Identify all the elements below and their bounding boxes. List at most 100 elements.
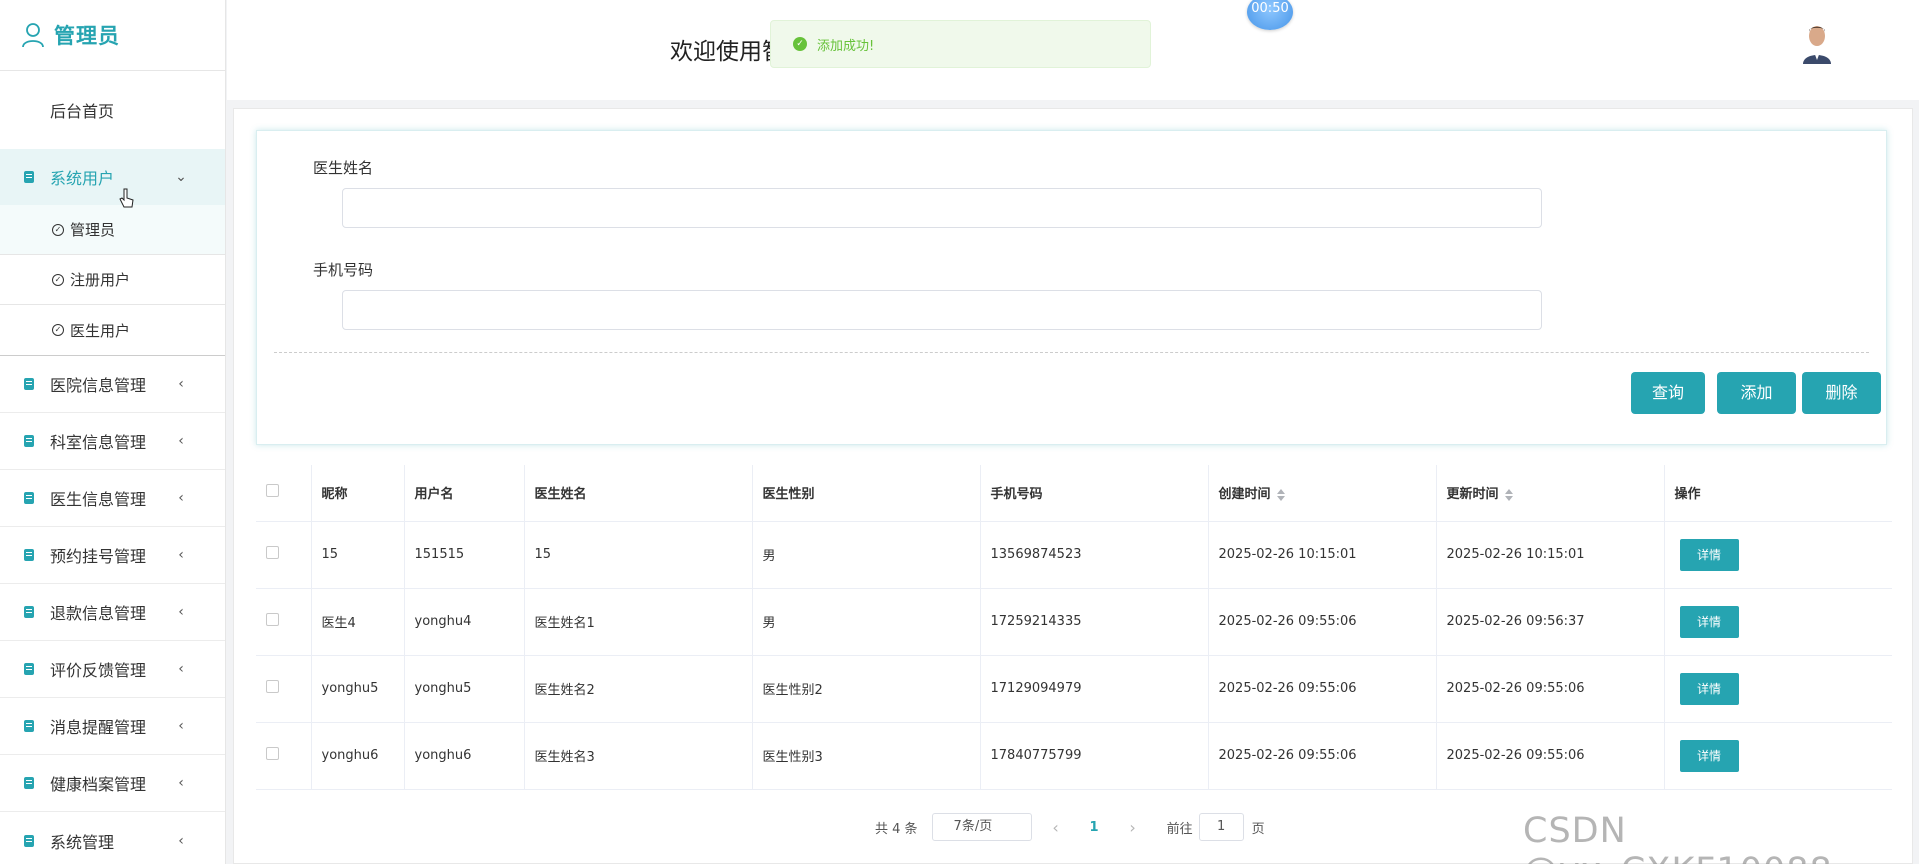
column-header-sortable[interactable]: 创建时间 (1208, 465, 1437, 522)
doctor-table: 昵称 用户名 医生姓名 医生性别 手机号码 创建时间 更新时间 操作 15 15… (256, 465, 1892, 790)
detail-button[interactable]: 详情 (1679, 739, 1739, 772)
detail-button[interactable]: 详情 (1679, 672, 1739, 705)
column-header: 用户名 (404, 465, 525, 522)
page-size-select[interactable]: 7条/页 (931, 813, 1032, 841)
document-icon (24, 435, 34, 447)
document-icon (24, 549, 34, 561)
cell-phone: 13569874523 (980, 521, 1209, 589)
sort-icon[interactable] (1504, 488, 1513, 502)
phone-input[interactable] (342, 290, 1542, 330)
sidebar-subitem-registered-users[interactable]: ✓ 注册用户 (0, 255, 225, 305)
watermark: CSDN @vx_CXKF10088 (1523, 811, 1832, 864)
column-header-sortable[interactable]: 更新时间 (1436, 465, 1665, 522)
toast-message: 添加成功! (817, 38, 875, 54)
sidebar-item-notifications[interactable]: 消息提醒管理 ‹ (0, 698, 225, 755)
cell-gender: 医生性别3 (752, 722, 981, 790)
cell-username: 151515 (404, 521, 525, 589)
cell-nickname: yonghu5 (311, 655, 405, 723)
sidebar-item-system-users[interactable]: 系统用户 ⌄ (0, 149, 225, 205)
cell-created: 2025-02-26 10:15:01 (1208, 521, 1437, 589)
cell-created: 2025-02-26 09:55:06 (1208, 722, 1437, 790)
row-checkbox[interactable] (266, 747, 279, 760)
user-icon (22, 23, 44, 48)
document-icon (24, 720, 34, 732)
page-number-current[interactable]: 1 (1090, 820, 1099, 835)
document-icon (24, 171, 34, 183)
cell-actions: 详情 (1664, 722, 1892, 790)
sidebar-subitem-label: 医生用户 (70, 321, 131, 340)
cell-username: yonghu6 (404, 722, 525, 790)
column-header: 操作 (1664, 465, 1892, 522)
cell-phone: 17840775799 (980, 722, 1209, 790)
sidebar-item-label: 科室信息管理 (50, 433, 147, 452)
cell-created: 2025-02-26 09:55:06 (1208, 588, 1437, 656)
add-button[interactable]: 添加 (1717, 372, 1796, 414)
sidebar-item-label: 医院信息管理 (50, 376, 147, 395)
sidebar-item-label: 评价反馈管理 (50, 661, 147, 680)
document-icon (24, 834, 34, 847)
chevron-left-icon: ‹ (178, 547, 184, 563)
check-circle-icon: ✓ (52, 273, 64, 286)
sort-icon[interactable] (1276, 488, 1285, 502)
table-row: yonghu6 yonghu6 医生姓名3 医生性别3 17840775799 … (256, 722, 1892, 790)
sidebar-subitem-doctor-users[interactable]: ✓ 医生用户 (0, 305, 225, 355)
sidebar-subitem-label: 注册用户 (70, 271, 131, 289)
table-row: 医生4 yonghu4 医生姓名1 男 17259214335 2025-02-… (256, 588, 1892, 656)
cell-doctor-name: 医生姓名2 (524, 655, 753, 723)
success-toast: ✓ 添加成功! (770, 20, 1151, 68)
row-checkbox[interactable] (266, 680, 279, 693)
sidebar-item-health-records[interactable]: 健康档案管理 ‹ (0, 755, 225, 812)
document-icon (24, 492, 34, 504)
sidebar-brand: 管理员 (0, 0, 225, 71)
sidebar-item-department-info[interactable]: 科室信息管理 ‹ (0, 413, 225, 470)
row-checkbox[interactable] (266, 546, 279, 559)
detail-button[interactable]: 详情 (1679, 605, 1739, 638)
row-checkbox[interactable] (266, 613, 279, 626)
avatar[interactable] (1797, 22, 1837, 64)
chevron-left-icon: ‹ (178, 661, 184, 677)
cell-updated: 2025-02-26 09:55:06 (1436, 722, 1665, 790)
goto-page-input[interactable]: 1 (1198, 813, 1244, 841)
check-circle-icon: ✓ (52, 324, 64, 336)
column-header: 手机号码 (980, 465, 1209, 522)
next-page-button[interactable]: › (1123, 818, 1143, 837)
cell-nickname: yonghu6 (311, 722, 405, 790)
table-header-row: 昵称 用户名 医生姓名 医生性别 手机号码 创建时间 更新时间 操作 (256, 465, 1892, 522)
sidebar-item-appointments[interactable]: 预约挂号管理 ‹ (0, 527, 225, 584)
query-button[interactable]: 查询 (1631, 372, 1705, 414)
main-content: 医生姓名 手机号码 查询 添加 删除 昵称 用户名 医生姓名 医生性别 手机号码… (233, 108, 1913, 864)
sidebar-item-hospital-info[interactable]: 医院信息管理 ‹ (0, 356, 225, 413)
chevron-down-icon: ⌄ (175, 169, 187, 185)
sidebar-item-system-management[interactable]: 系统管理 ‹ (0, 812, 225, 864)
cell-actions: 详情 (1664, 588, 1892, 656)
cell-phone: 17129094979 (980, 655, 1209, 723)
sidebar-item-doctor-info[interactable]: 医生信息管理 ‹ (0, 470, 225, 527)
chevron-left-icon: ‹ (178, 490, 184, 506)
sidebar-item-label: 医生信息管理 (50, 490, 147, 509)
cell-updated: 2025-02-26 09:56:37 (1436, 588, 1665, 656)
chevron-left-icon: ‹ (178, 832, 184, 849)
sidebar-item-refunds[interactable]: 退款信息管理 ‹ (0, 584, 225, 641)
pagination: 共 4 条 7条/页 ‹ 1 › 前往 1 页 (875, 813, 1265, 841)
document-icon (24, 663, 34, 675)
sidebar-subitem-admin[interactable]: ✓ 管理员 (0, 205, 225, 255)
document-icon (24, 378, 34, 390)
cell-nickname: 医生4 (311, 588, 405, 656)
select-all-checkbox[interactable] (266, 484, 279, 498)
chevron-left-icon: ‹ (178, 718, 184, 734)
sidebar-item-home[interactable]: 后台首页 (0, 71, 225, 149)
cell-doctor-name: 医生姓名3 (524, 722, 753, 790)
search-panel: 医生姓名 手机号码 查询 添加 删除 (256, 130, 1887, 445)
prev-page-button[interactable]: ‹ (1046, 818, 1066, 837)
cell-updated: 2025-02-26 09:55:06 (1436, 655, 1665, 723)
cell-phone: 17259214335 (980, 588, 1209, 656)
select-all-cell (256, 465, 312, 522)
delete-button[interactable]: 删除 (1802, 372, 1881, 414)
phone-label: 手机号码 (313, 261, 374, 279)
sidebar-submenu: ✓ 管理员 ✓ 注册用户 ✓ 医生用户 (0, 205, 225, 356)
sidebar-item-feedback[interactable]: 评价反馈管理 ‹ (0, 641, 225, 698)
detail-button[interactable]: 详情 (1679, 538, 1739, 571)
doctor-name-input[interactable] (342, 188, 1542, 228)
document-icon (24, 777, 34, 789)
cell-username: yonghu5 (404, 655, 525, 723)
